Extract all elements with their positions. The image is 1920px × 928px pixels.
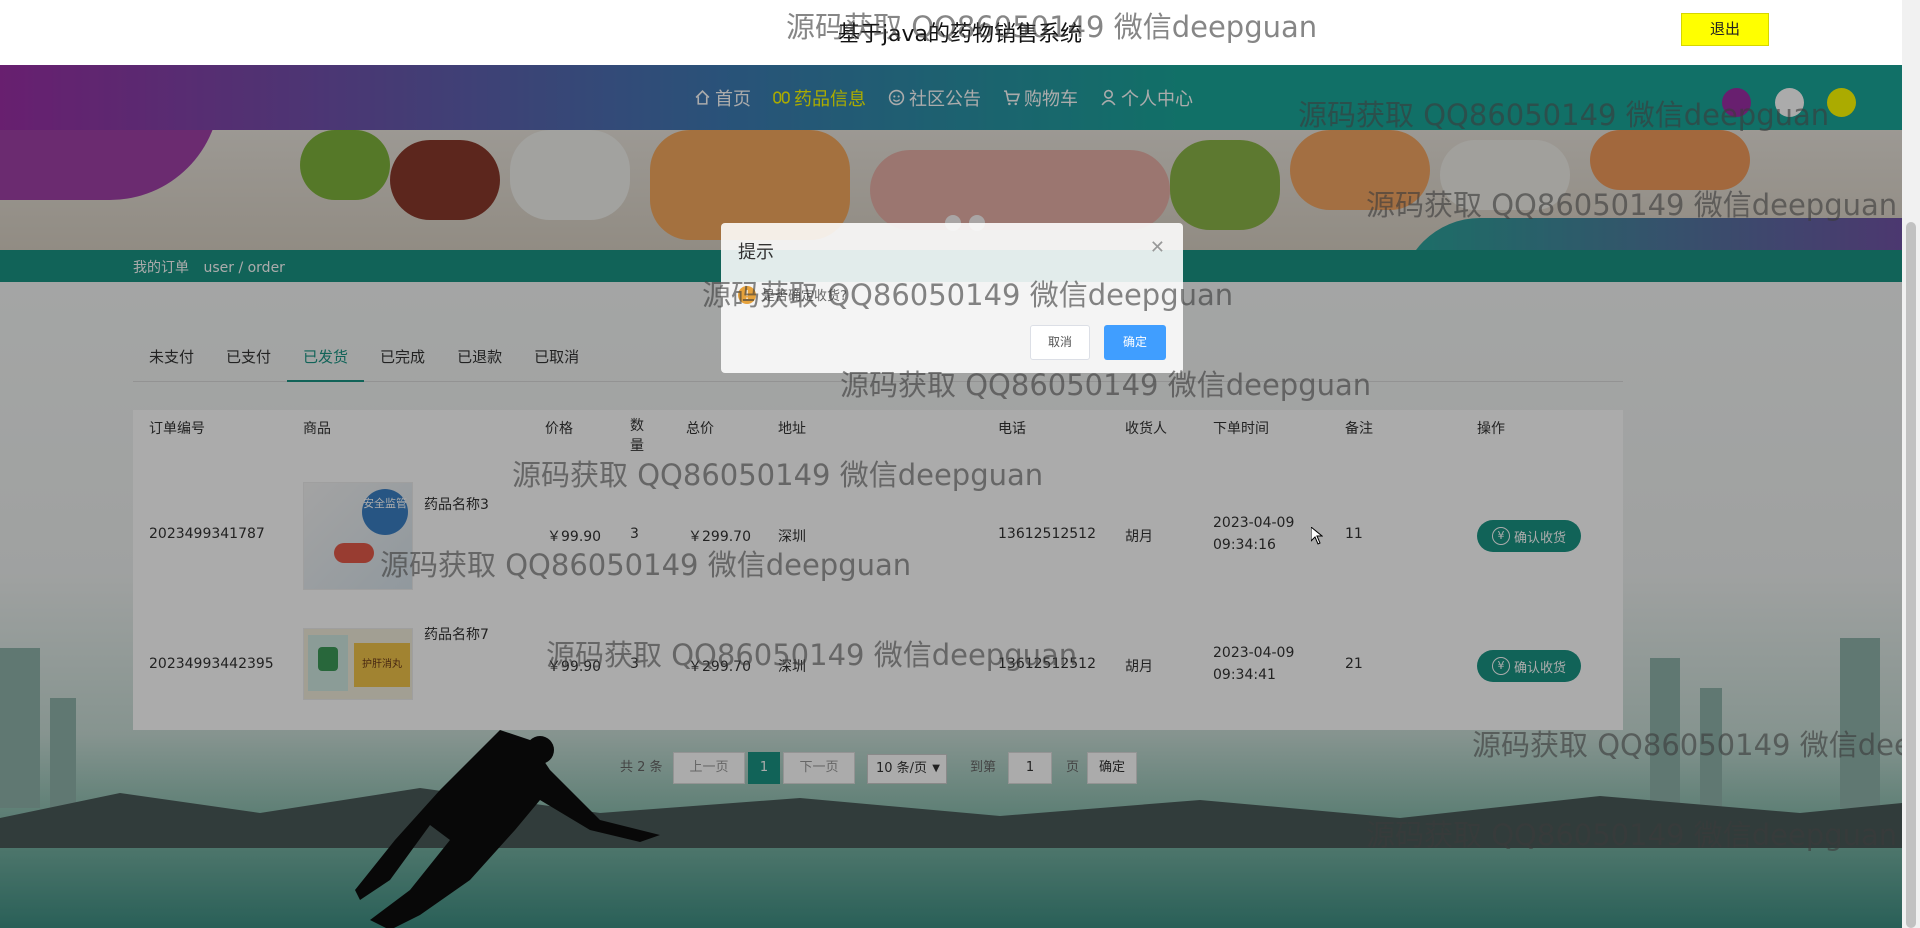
modal-overlay[interactable] bbox=[0, 65, 1902, 928]
top-header: 基于java的药物销售系统 退出 bbox=[0, 0, 1920, 65]
warning-icon: ! bbox=[738, 285, 756, 304]
site-title: 基于java的药物销售系统 bbox=[837, 22, 1083, 47]
dialog-cancel-button[interactable]: 取消 bbox=[1030, 325, 1090, 360]
dialog-title: 提示 bbox=[738, 242, 774, 263]
scrollbar-thumb[interactable] bbox=[1906, 222, 1916, 928]
dialog-ok-button[interactable]: 确定 bbox=[1104, 325, 1166, 360]
confirm-dialog: 提示 ✕ ! 是否确定收货? 取消 确定 bbox=[721, 223, 1183, 373]
logout-button[interactable]: 退出 bbox=[1681, 13, 1769, 46]
mouse-cursor-icon bbox=[1311, 527, 1323, 545]
dialog-message: ! 是否确定收货? bbox=[738, 285, 847, 304]
close-icon[interactable]: ✕ bbox=[1150, 237, 1165, 258]
dialog-message-text: 是否确定收货? bbox=[762, 289, 847, 304]
